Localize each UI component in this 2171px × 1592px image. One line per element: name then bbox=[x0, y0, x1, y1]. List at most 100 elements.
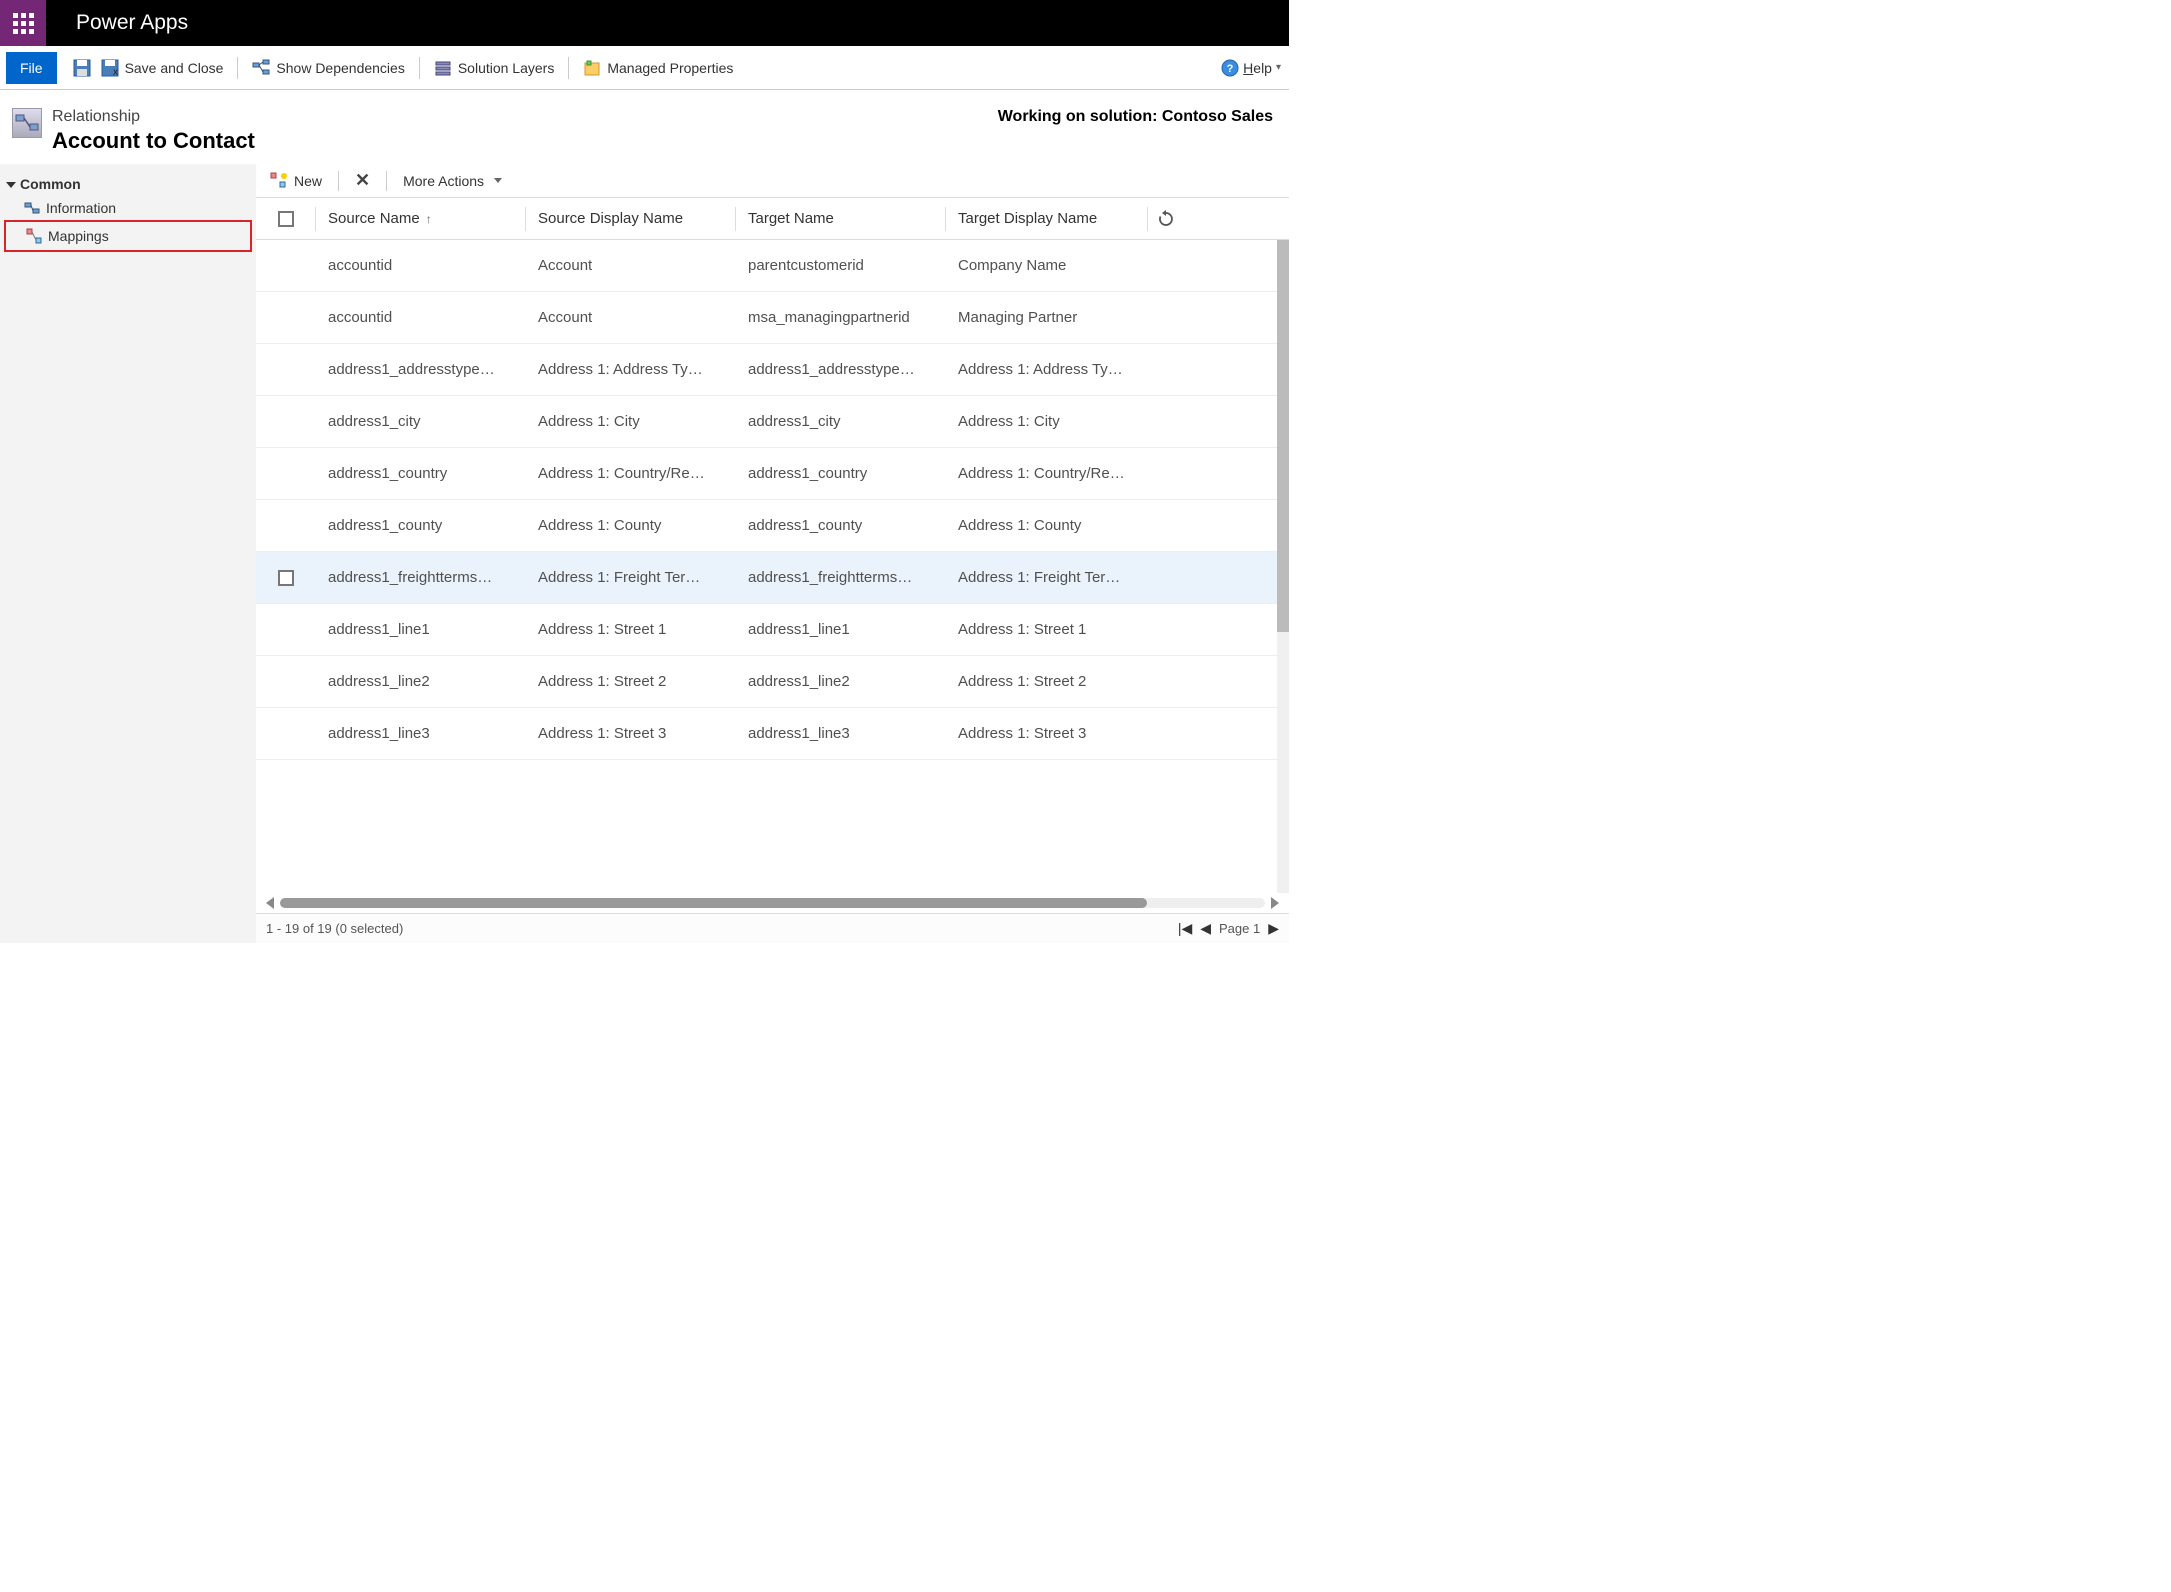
file-button[interactable]: File bbox=[6, 52, 57, 84]
app-title: Power Apps bbox=[76, 11, 188, 35]
sort-asc-icon: ↑ bbox=[426, 212, 432, 226]
new-icon bbox=[270, 172, 288, 190]
row-checkbox[interactable] bbox=[256, 258, 316, 274]
status-bar: 1 - 19 of 19 (0 selected) |◀ ◀ Page 1 ▶ bbox=[256, 913, 1289, 943]
row-checkbox[interactable] bbox=[256, 674, 316, 690]
col-label: Source Name bbox=[328, 210, 420, 227]
new-button[interactable]: New bbox=[262, 167, 330, 195]
mappings-icon bbox=[26, 228, 42, 244]
row-checkbox[interactable] bbox=[256, 726, 316, 742]
table-row[interactable]: accountidAccountmsa_managingpartneridMan… bbox=[256, 292, 1289, 344]
table-row[interactable]: address1_cityAddress 1: Cityaddress1_cit… bbox=[256, 396, 1289, 448]
cell-source-name: accountid bbox=[316, 257, 526, 274]
cell-source-display: Account bbox=[526, 257, 736, 274]
help-link[interactable]: ? Help ▾ bbox=[1221, 59, 1281, 77]
column-target-display[interactable]: Target Display Name bbox=[946, 207, 1148, 231]
nav-group-common[interactable]: Common bbox=[4, 172, 252, 196]
chevron-down-icon bbox=[494, 178, 502, 183]
save-and-close-button[interactable]: x Save and Close bbox=[91, 50, 234, 86]
command-bar: File x Save and Close Show Dependencies … bbox=[0, 46, 1289, 90]
top-bar: Power Apps bbox=[0, 0, 1289, 46]
row-checkbox[interactable] bbox=[256, 622, 316, 638]
divider bbox=[419, 57, 420, 79]
row-checkbox[interactable] bbox=[256, 414, 316, 430]
app-launcher-button[interactable] bbox=[0, 0, 46, 46]
page-label: Page 1 bbox=[1219, 921, 1260, 936]
row-checkbox[interactable] bbox=[256, 570, 316, 586]
relationship-entity-icon bbox=[12, 108, 42, 138]
column-source-name[interactable]: Source Name ↑ bbox=[316, 207, 526, 231]
vertical-scrollbar[interactable] bbox=[1277, 240, 1289, 893]
svg-text:x: x bbox=[113, 67, 118, 77]
table-row[interactable]: address1_freightterms…Address 1: Freight… bbox=[256, 552, 1289, 604]
refresh-button[interactable] bbox=[1148, 210, 1184, 228]
row-checkbox[interactable] bbox=[256, 362, 316, 378]
more-actions-button[interactable]: More Actions bbox=[395, 167, 510, 195]
prev-page-button[interactable]: ◀ bbox=[1200, 920, 1211, 937]
row-checkbox[interactable] bbox=[256, 518, 316, 534]
cell-target-name: parentcustomerid bbox=[736, 257, 946, 274]
table-row[interactable]: address1_addresstype…Address 1: Address … bbox=[256, 344, 1289, 396]
content: Common Information Mappings N bbox=[0, 164, 1289, 943]
row-checkbox[interactable] bbox=[256, 466, 316, 482]
cell-source-name: address1_line1 bbox=[316, 621, 526, 638]
nav-item-mappings[interactable]: Mappings bbox=[6, 224, 250, 248]
svg-text:?: ? bbox=[1227, 63, 1234, 75]
save-close-label: Save and Close bbox=[125, 60, 224, 76]
divider bbox=[237, 57, 238, 79]
layers-icon bbox=[434, 59, 452, 77]
column-source-display[interactable]: Source Display Name bbox=[526, 207, 736, 231]
table-row[interactable]: address1_countryAddress 1: Country/Re…ad… bbox=[256, 448, 1289, 500]
dependencies-label: Show Dependencies bbox=[276, 60, 404, 76]
managed-properties-button[interactable]: Managed Properties bbox=[573, 50, 743, 86]
cell-source-name: accountid bbox=[316, 309, 526, 326]
next-page-button[interactable]: ▶ bbox=[1268, 920, 1279, 937]
col-label: Target Name bbox=[748, 210, 834, 227]
scroll-left-icon[interactable] bbox=[266, 897, 274, 909]
grid-toolbar: New ✕ More Actions bbox=[256, 164, 1289, 198]
cell-target-name: address1_line3 bbox=[736, 725, 946, 742]
column-target-name[interactable]: Target Name bbox=[736, 207, 946, 231]
divider bbox=[568, 57, 569, 79]
first-page-button[interactable]: |◀ bbox=[1178, 920, 1192, 937]
dependencies-icon bbox=[252, 59, 270, 77]
cell-source-name: address1_line2 bbox=[316, 673, 526, 690]
cell-source-display: Address 1: City bbox=[526, 413, 736, 430]
scroll-right-icon[interactable] bbox=[1271, 897, 1279, 909]
cell-source-display: Address 1: Address Ty… bbox=[526, 361, 736, 378]
col-label: Source Display Name bbox=[538, 210, 683, 227]
solution-layers-button[interactable]: Solution Layers bbox=[424, 50, 565, 86]
collapse-icon bbox=[6, 182, 16, 188]
cell-target-name: address1_freightterms… bbox=[736, 569, 946, 586]
cell-target-name: address1_addresstype… bbox=[736, 361, 946, 378]
table-row[interactable]: address1_line1Address 1: Street 1address… bbox=[256, 604, 1289, 656]
save-icon[interactable] bbox=[73, 59, 91, 77]
table-row[interactable]: address1_line2Address 1: Street 2address… bbox=[256, 656, 1289, 708]
horizontal-scrollbar[interactable] bbox=[256, 893, 1289, 913]
cell-target-name: address1_county bbox=[736, 517, 946, 534]
cell-target-display: Managing Partner bbox=[946, 309, 1148, 326]
cell-target-name: address1_line2 bbox=[736, 673, 946, 690]
scroll-track[interactable] bbox=[280, 898, 1265, 908]
select-all-checkbox[interactable] bbox=[256, 207, 316, 231]
table-row[interactable]: address1_countyAddress 1: Countyaddress1… bbox=[256, 500, 1289, 552]
cell-source-name: address1_country bbox=[316, 465, 526, 482]
cell-source-name: address1_line3 bbox=[316, 725, 526, 742]
table-row[interactable]: accountidAccountparentcustomeridCompany … bbox=[256, 240, 1289, 292]
cell-target-display: Address 1: Address Ty… bbox=[946, 361, 1148, 378]
mappings-highlight: Mappings bbox=[4, 220, 252, 252]
show-dependencies-button[interactable]: Show Dependencies bbox=[242, 50, 414, 86]
nav-item-information[interactable]: Information bbox=[4, 196, 252, 220]
divider bbox=[386, 171, 387, 191]
cell-target-display: Address 1: Street 3 bbox=[946, 725, 1148, 742]
paging-controls: |◀ ◀ Page 1 ▶ bbox=[1178, 920, 1279, 937]
cell-target-name: address1_line1 bbox=[736, 621, 946, 638]
working-solution-label: Working on solution: Contoso Sales bbox=[998, 108, 1273, 126]
delete-icon: ✕ bbox=[355, 170, 370, 191]
table-row[interactable]: address1_line3Address 1: Street 3address… bbox=[256, 708, 1289, 760]
grid-body[interactable]: accountidAccountparentcustomeridCompany … bbox=[256, 240, 1289, 893]
row-checkbox[interactable] bbox=[256, 310, 316, 326]
delete-button[interactable]: ✕ bbox=[347, 167, 378, 195]
information-label: Information bbox=[46, 200, 116, 216]
cell-source-display: Address 1: Freight Ter… bbox=[526, 569, 736, 586]
